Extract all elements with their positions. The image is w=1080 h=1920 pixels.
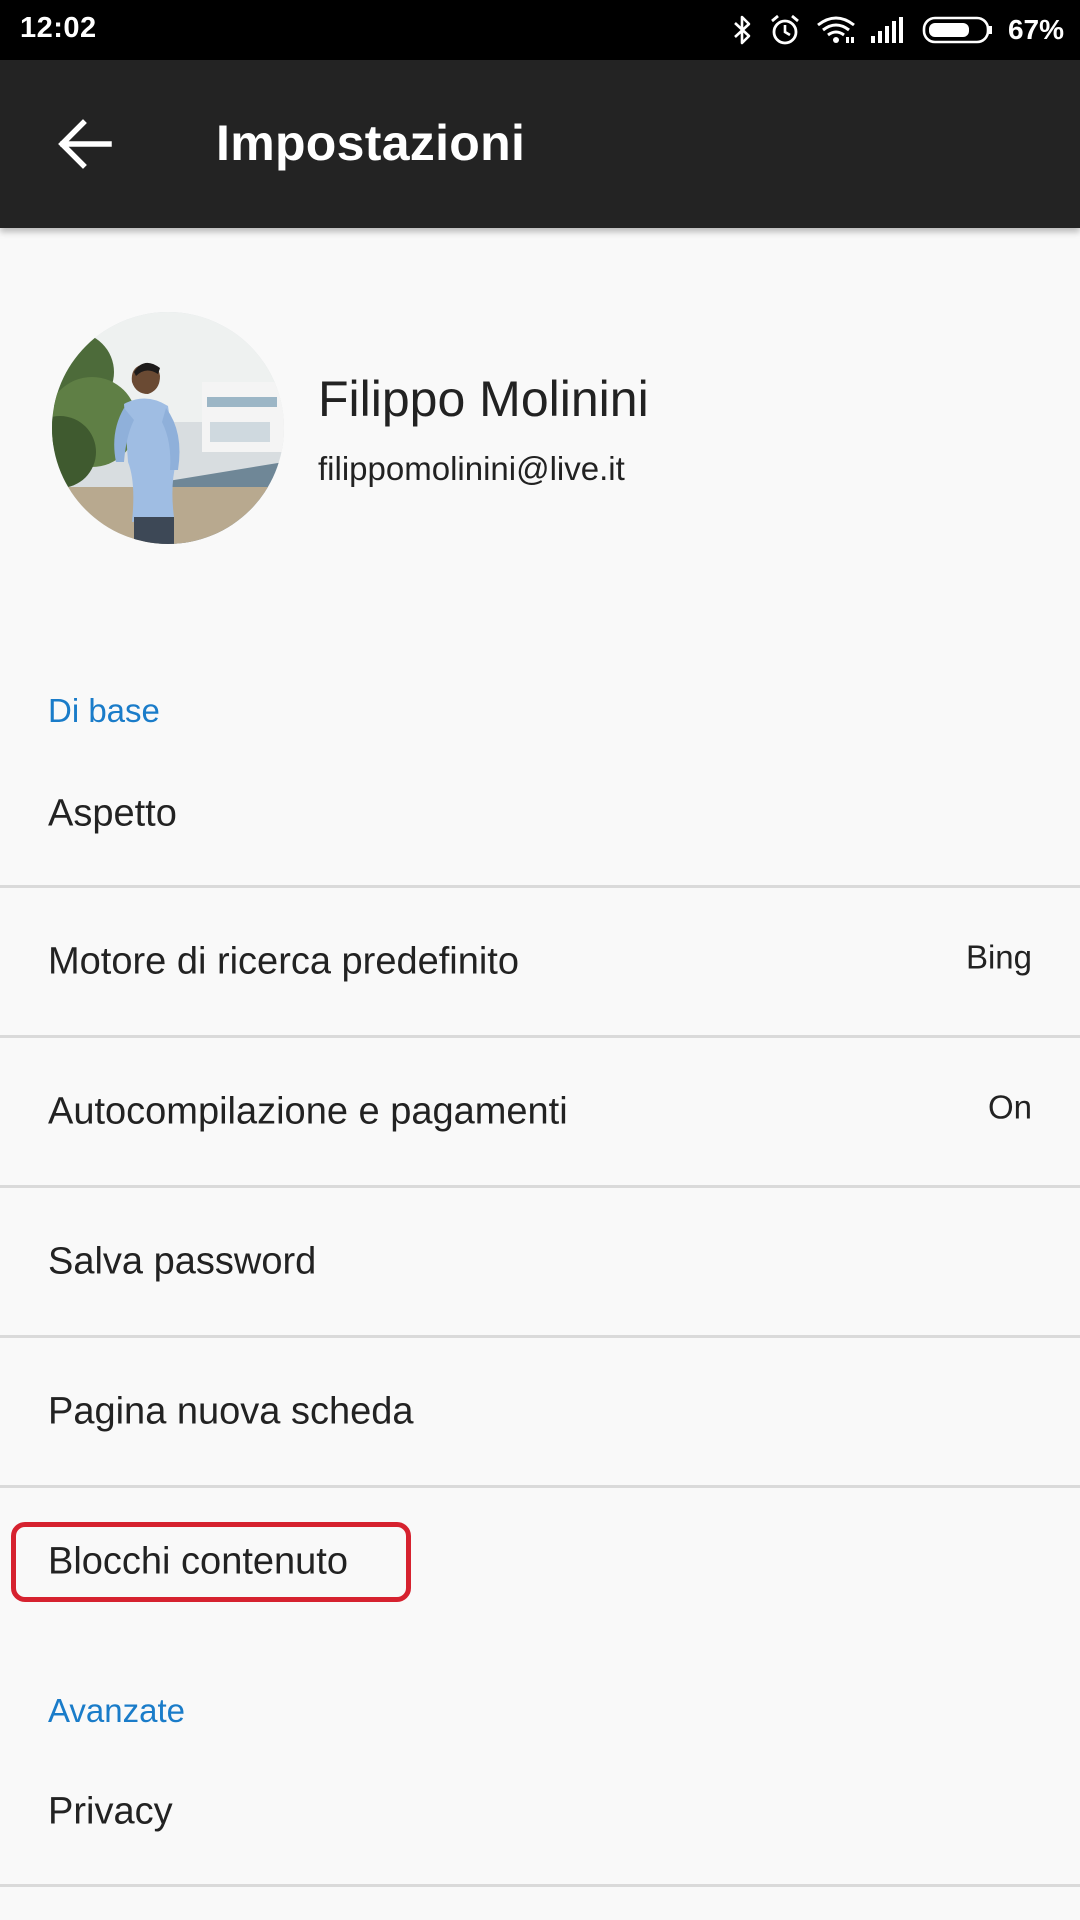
- bluetooth-icon: [734, 15, 751, 45]
- arrow-left-icon: [58, 119, 112, 169]
- page-title: Impostazioni: [216, 115, 526, 171]
- back-button[interactable]: [40, 104, 130, 184]
- settings-item-save-password[interactable]: Salva password: [0, 1188, 1080, 1336]
- highlight-annotation: [11, 1522, 411, 1602]
- divider: [0, 1884, 1080, 1887]
- settings-item-value: Bing: [965, 938, 1032, 976]
- status-icons: 67%: [732, 10, 1064, 50]
- status-bar: 12:02 67%: [0, 0, 1080, 60]
- settings-item-label: Privacy: [48, 1790, 173, 1833]
- settings-item-search-engine[interactable]: Motore di ricerca predefinito Bing: [0, 888, 1080, 1036]
- battery-icon: [922, 16, 992, 44]
- avatar[interactable]: [52, 312, 284, 544]
- settings-item-label: Salva password: [48, 1240, 317, 1283]
- alarm-icon: [771, 14, 799, 45]
- settings-item-label: Pagina nuova scheda: [48, 1390, 414, 1433]
- profile-email: filippomolinini@live.it: [318, 450, 625, 487]
- settings-item-privacy[interactable]: Privacy: [0, 1738, 1080, 1886]
- settings-item-new-tab-page[interactable]: Pagina nuova scheda: [0, 1338, 1080, 1486]
- app-bar: Impostazioni: [0, 60, 1080, 228]
- settings-item-label: Autocompilazione e pagamenti: [48, 1090, 568, 1133]
- settings-item-value: On: [987, 1088, 1032, 1126]
- battery-percent: 67%: [1007, 14, 1064, 45]
- profile-header: Filippo Molinini filippomolinini@live.it: [0, 300, 1080, 560]
- section-header-advanced: Avanzate: [48, 1692, 185, 1729]
- signal-icon: [870, 17, 903, 43]
- settings-item-autofill[interactable]: Autocompilazione e pagamenti On: [0, 1038, 1080, 1186]
- settings-item-label: Aspetto: [48, 792, 177, 835]
- settings-item-label: Motore di ricerca predefinito: [48, 940, 519, 983]
- settings-item-aspetto[interactable]: Aspetto: [0, 740, 1080, 888]
- status-time: 12:02: [20, 12, 97, 44]
- section-header-basic: Di base: [48, 692, 160, 729]
- wifi-icon: [817, 16, 855, 43]
- profile-name: Filippo Molinini: [318, 371, 649, 427]
- avatar-photo: [52, 312, 284, 544]
